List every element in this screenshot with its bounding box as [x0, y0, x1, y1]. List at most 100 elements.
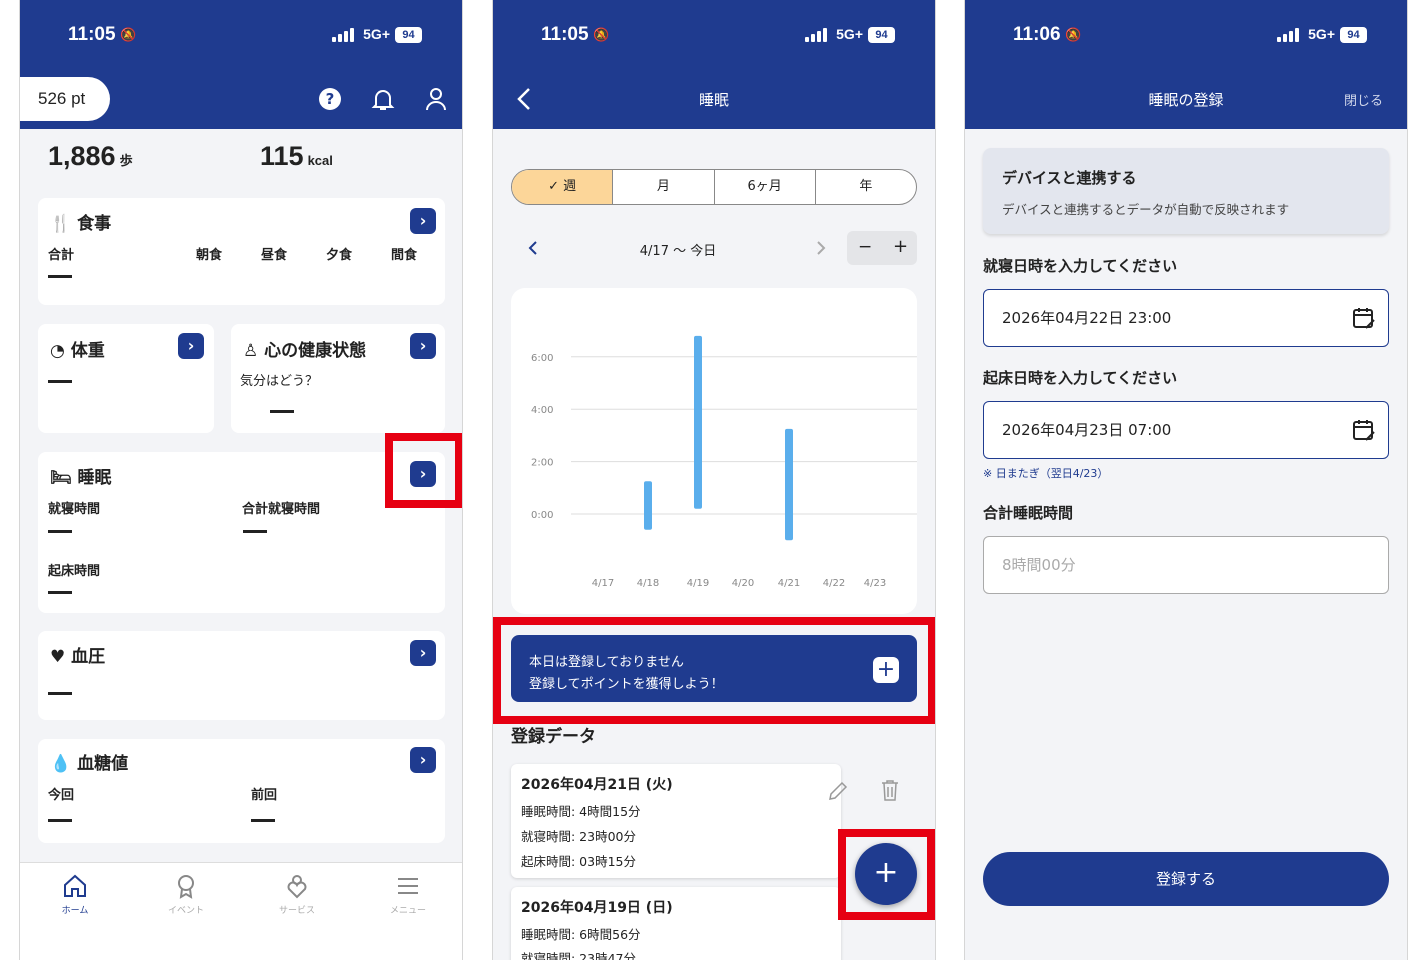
banner-add-button[interactable]: + — [873, 657, 899, 683]
bedtime-label: 就寝時間 — [48, 502, 101, 517]
silent-icon: 🔕 — [120, 28, 137, 43]
close-button[interactable]: 閉じる — [1344, 90, 1383, 109]
overnight-note: ※ 日またぎ（翌日4/23） — [983, 467, 1109, 480]
delete-trash-icon[interactable] — [880, 779, 900, 801]
segment-week[interactable]: ✓ 週 — [512, 170, 614, 204]
fork-knife-icon: 🍴 — [50, 214, 72, 234]
calendar-edit-icon[interactable] — [1352, 418, 1376, 442]
person-heart-icon: ♙ — [243, 341, 259, 361]
sleep-chart: 0:00 2:00 4:00 6:00 4/17 4/18 4/19 4/20 4/21 4/22… — [531, 335, 917, 589]
weight-open-button[interactable]: › — [178, 333, 204, 359]
device-link-card[interactable]: デバイスと連携する デバイスと連携するとデータが自動で反映されます — [983, 148, 1389, 234]
sleep-open-button[interactable]: › — [410, 461, 436, 487]
bp-value — [48, 692, 72, 695]
blood-pressure-card[interactable]: ♥ 血圧 › — [38, 631, 445, 720]
tab-event[interactable]: イベント — [151, 873, 221, 916]
weight-card[interactable]: ◔ 体重 › — [38, 324, 214, 433]
snack-label: 間食 — [391, 248, 418, 263]
signal-icon — [1277, 28, 1299, 42]
y-tick-label: 4:00 — [531, 405, 553, 416]
segment-month[interactable]: 月 — [613, 170, 715, 204]
mental-open-button[interactable]: › — [410, 333, 436, 359]
bedtime-field[interactable]: 2026年04月22日 23:00 — [983, 289, 1389, 347]
service-icon — [287, 875, 307, 899]
sleep-bar[interactable] — [785, 428, 793, 541]
glucose-now-value — [48, 819, 72, 822]
tab-home[interactable]: ホーム — [40, 873, 110, 916]
bedtime-value: 2026年04月22日 23:00 — [1002, 309, 1172, 327]
zoom-stepper: − + — [847, 231, 917, 265]
battery-icon: 94 — [868, 27, 895, 43]
points-badge[interactable]: 526 pt — [20, 77, 110, 121]
edit-pencil-icon[interactable] — [827, 780, 849, 802]
mood-value — [270, 410, 294, 413]
segment-6month[interactable]: 6ヶ月 — [715, 170, 816, 204]
header: 11:05 🔕 5G+ 94 526 pt ? — [20, 0, 462, 129]
total-sleep-field: 8時間00分 — [983, 536, 1389, 594]
help-icon[interactable]: ? — [317, 86, 343, 112]
tab-menu[interactable]: メニュー — [373, 873, 443, 916]
calendar-edit-icon[interactable] — [1352, 306, 1376, 330]
record-item: 2026年04月21日 (火) 睡眠時間: 4時間15分 就寝時間: 23時00… — [511, 764, 848, 878]
glucose-open-button[interactable]: › — [410, 747, 436, 773]
zoom-in-button[interactable]: + — [893, 236, 908, 257]
scale-icon: ◔ — [50, 341, 65, 361]
total-sleep-value — [243, 530, 267, 533]
record-date: 2026年04月21日 (火) — [521, 777, 673, 793]
glucose-now-label: 今回 — [48, 788, 75, 803]
account-icon[interactable] — [423, 86, 449, 112]
heart-icon: ♥ — [50, 647, 66, 667]
meal-total-value — [48, 275, 72, 278]
device-link-title: デバイスと連携する — [1002, 169, 1137, 187]
prev-period-icon[interactable] — [527, 240, 539, 256]
meal-open-button[interactable]: › — [410, 208, 436, 234]
mental-title: ♙ 心の健康状態 — [243, 341, 367, 361]
next-period-icon[interactable] — [815, 240, 827, 256]
tab-bar: ホーム イベント サービス メニュー — [20, 862, 462, 960]
wake-label: 起床日時を入力してください — [983, 369, 1178, 387]
period-segmented-control: ✓ 週 月 6ヶ月 年 — [511, 169, 917, 205]
no-record-banner[interactable]: 本日は登録しておりません 登録してポイントを獲得しよう！ + — [511, 635, 917, 702]
glucose-prev-label: 前回 — [251, 788, 278, 803]
sleep-title: 🛏 睡眠 — [50, 468, 112, 488]
svg-text:?: ? — [326, 90, 335, 108]
mental-card[interactable]: ♙ 心の健康状態 › 気分はどう？ — [231, 324, 445, 433]
banner-line1: 本日は登録しておりません — [529, 655, 684, 670]
calories-value: 115 kcal — [260, 141, 333, 171]
steps-value: 1,886 歩 — [48, 141, 133, 171]
wake-value: 2026年04月23日 07:00 — [1002, 421, 1172, 439]
wake-field[interactable]: 2026年04月23日 07:00 — [983, 401, 1389, 459]
sleep-chart-card: 0:00 2:00 4:00 6:00 4/17 4/18 4/19 4/20 4/21 4/22… — [511, 288, 917, 614]
sleep-bar[interactable] — [694, 335, 702, 509]
sleep-screen: 11:05 🔕 5G+ 94 睡眠 ✓ 週 月 6ヶ月 年 4/17 〜 今日 … — [492, 0, 936, 960]
record-bedtime: 就寝時間: 23時00分 — [521, 829, 636, 844]
x-tick-label: 4/18 — [637, 578, 659, 589]
page-title: 睡眠 — [698, 91, 729, 109]
banner-line2: 登録してポイントを獲得しよう！ — [529, 677, 724, 692]
glucose-card[interactable]: 💧 血糖値 › 今回 前回 — [38, 739, 445, 843]
network-label: 5G+ — [1308, 26, 1335, 42]
wake-label: 起床時間 — [48, 564, 101, 579]
y-tick-label: 2:00 — [531, 458, 553, 469]
bp-open-button[interactable]: › — [410, 640, 436, 666]
segment-year[interactable]: 年 — [816, 170, 916, 204]
glucose-prev-value — [251, 819, 275, 822]
bp-title: ♥ 血圧 — [50, 647, 106, 667]
device-link-description: デバイスと連携するとデータが自動で反映されます — [1002, 202, 1290, 217]
sleep-bar[interactable] — [644, 481, 652, 530]
register-button[interactable]: 登録する — [983, 852, 1389, 906]
record-date: 2026年04月19日 (日) — [521, 900, 673, 916]
zoom-out-button[interactable]: − — [858, 237, 872, 257]
notification-bell-icon[interactable] — [370, 86, 396, 112]
meal-card[interactable]: 🍴 食事 › 合計 朝食 昼食 夕食 間食 — [38, 198, 445, 305]
sleep-card[interactable]: 🛏 睡眠 › 就寝時間 合計就寝時間 起床時間 — [38, 452, 445, 613]
tab-service[interactable]: サービス — [262, 873, 332, 916]
total-sleep-label: 合計就寝時間 — [242, 502, 321, 517]
record-wake: 起床時間: 03時15分 — [521, 854, 636, 869]
x-tick-label: 4/22 — [823, 578, 845, 589]
bed-icon: 🛏 — [50, 468, 72, 488]
add-record-fab[interactable]: + — [855, 843, 917, 905]
record-sleep: 睡眠時間: 6時間56分 — [521, 927, 641, 942]
weight-value — [48, 380, 72, 383]
page-title: 睡眠の登録 — [1148, 91, 1224, 109]
